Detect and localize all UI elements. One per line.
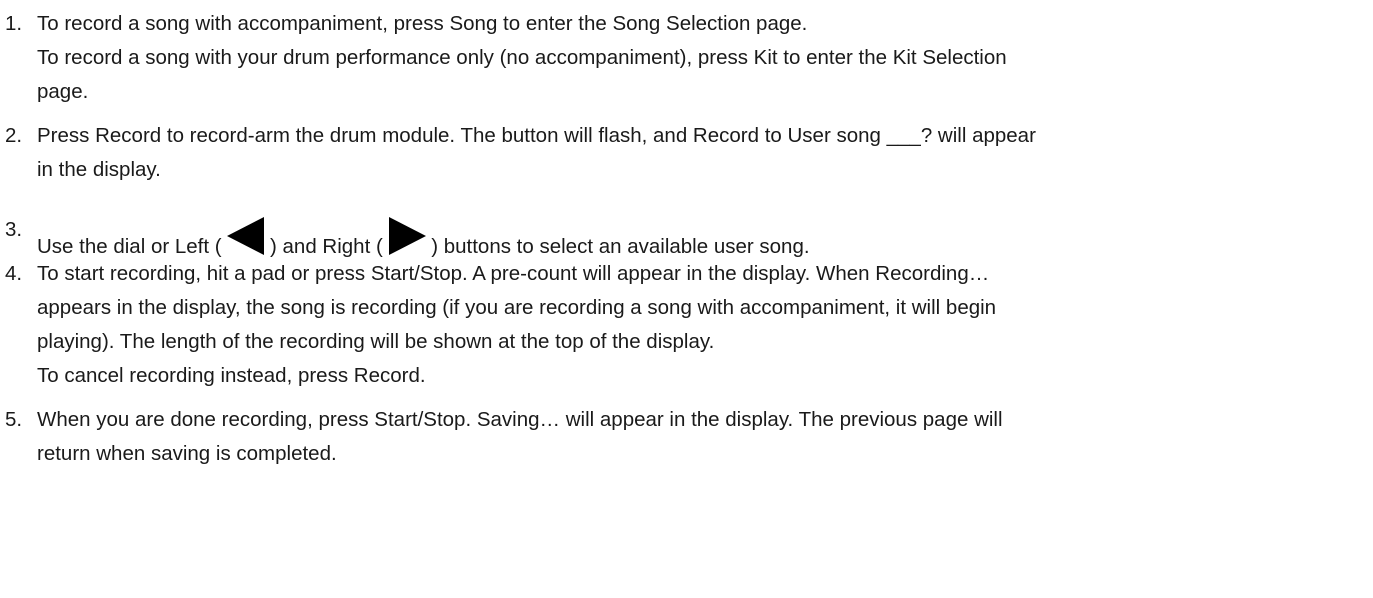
step-text-line: return when saving is completed. [37, 442, 337, 465]
step-text-line: Press Record to record-arm the drum modu… [37, 124, 1036, 147]
step-text-line: To start recording, hit a pad or press S… [37, 262, 990, 285]
step-number: 5. [5, 408, 23, 431]
step-text-line: Use the dial or Left ( ) and Right ( ) b… [37, 217, 810, 260]
step-3-text-after-right: ) buttons to select an available user so… [431, 235, 810, 258]
step-text-line: in the display. [37, 158, 161, 181]
right-arrow-icon [388, 217, 426, 255]
step-number: 2. [5, 124, 23, 147]
step-text-line: To record a song with accompaniment, pre… [37, 12, 808, 35]
step-text-line: When you are done recording, press Start… [37, 408, 1003, 431]
step-3-text-before-left: Use the dial or Left ( [37, 235, 222, 258]
step-text-line: To cancel recording instead, press Recor… [37, 364, 426, 387]
step-text-line: playing). The length of the recording wi… [37, 330, 715, 353]
step-number: 4. [5, 262, 23, 285]
step-text-line: appears in the display, the song is reco… [37, 296, 997, 319]
left-arrow-icon [227, 217, 265, 255]
instructions-document: 1. To record a song with accompaniment, … [0, 0, 1373, 598]
step-text-line: To record a song with your drum performa… [37, 46, 1007, 69]
step-number: 3. [5, 218, 23, 241]
step-text-line: page. [37, 80, 89, 103]
step-3-text-between: ) and Right ( [270, 235, 383, 258]
step-number: 1. [5, 12, 23, 35]
